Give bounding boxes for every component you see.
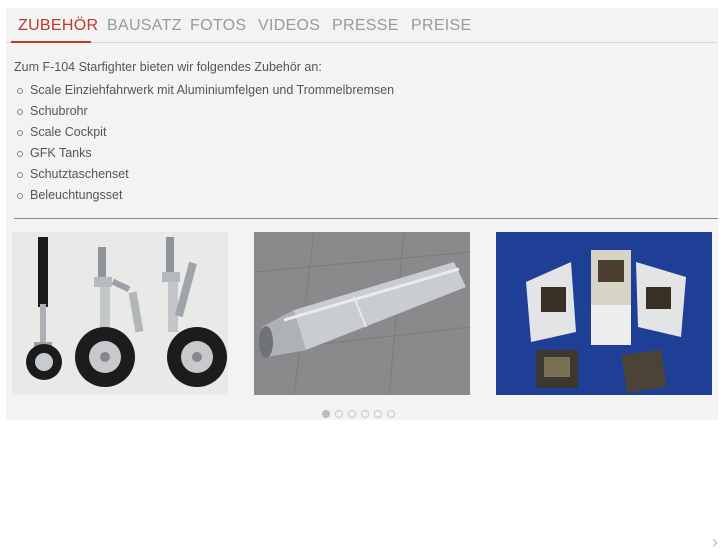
- bullet-icon: [17, 193, 23, 199]
- bullet-icon: [17, 109, 23, 115]
- list-item: Beleuchtungsset: [14, 185, 394, 206]
- bullet-icon: [17, 88, 23, 94]
- active-tab-indicator: [11, 41, 91, 43]
- list-item: Scale Cockpit: [14, 122, 394, 143]
- carousel-pagination: [322, 405, 400, 418]
- list-item: Scale Einziehfahrwerk mit Aluminiumfelge…: [14, 80, 394, 101]
- carousel-next-icon[interactable]: ›: [712, 532, 722, 552]
- accessories-panel: ZUBEHÖR BAUSATZ FOTOS VIDEOS PRESSE PREI…: [6, 8, 718, 552]
- bullet-icon: [17, 151, 23, 157]
- tab-fotos[interactable]: FOTOS: [190, 17, 246, 35]
- intro-text: Zum F-104 Starfighter bieten wir folgend…: [14, 60, 322, 74]
- carousel-dot[interactable]: [348, 410, 356, 418]
- tab-content: Zum F-104 Starfighter bieten wir folgend…: [14, 60, 394, 206]
- bullet-icon: [17, 172, 23, 178]
- image-carousel: ›: [6, 232, 718, 552]
- carousel-dot[interactable]: [335, 410, 343, 418]
- carousel-dot[interactable]: [387, 410, 395, 418]
- list-item: GFK Tanks: [14, 143, 394, 164]
- accessory-list: Scale Einziehfahrwerk mit Aluminiumfelge…: [14, 80, 394, 206]
- tab-presse[interactable]: PRESSE: [332, 17, 399, 35]
- carousel-dot[interactable]: [361, 410, 369, 418]
- carousel-image-landing-gear[interactable]: [12, 232, 228, 395]
- carousel-dot[interactable]: [322, 410, 330, 418]
- tab-bar: ZUBEHÖR BAUSATZ FOTOS VIDEOS PRESSE PREI…: [6, 8, 718, 43]
- tab-bausatz[interactable]: BAUSATZ: [107, 17, 182, 35]
- carousel-image-scale-cockpit[interactable]: [496, 232, 712, 395]
- carousel-dot[interactable]: [374, 410, 382, 418]
- tab-videos[interactable]: VIDEOS: [258, 17, 320, 35]
- carousel-image-exhaust-tube[interactable]: [254, 232, 470, 395]
- list-item: Schubrohr: [14, 101, 394, 122]
- bullet-icon: [17, 130, 23, 136]
- tab-preise[interactable]: PREISE: [411, 17, 472, 35]
- tab-zubehoer[interactable]: ZUBEHÖR: [18, 17, 98, 35]
- section-divider: [14, 218, 718, 219]
- list-item: Schutztaschenset: [14, 164, 394, 185]
